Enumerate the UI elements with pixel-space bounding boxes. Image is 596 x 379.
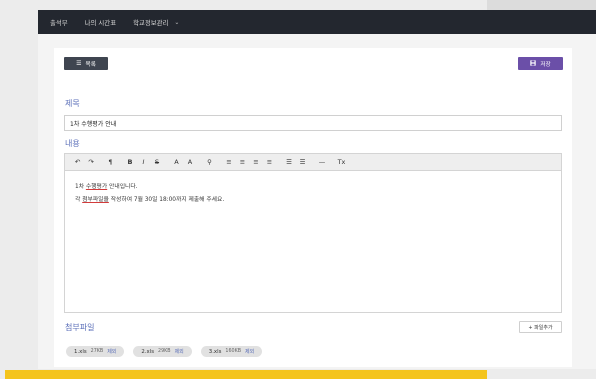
rich-text-editor[interactable]: ↶ ↷ ¶ B I S A A ⚲ ≡ ≡ ≡ ≡ ☰ ☰ — Tx 1차 수행…: [64, 153, 562, 313]
add-file-button[interactable]: + 파일추가: [519, 321, 562, 333]
editor-toolbar: ↶ ↷ ¶ B I S A A ⚲ ≡ ≡ ≡ ≡ ☰ ☰ — Tx: [65, 154, 561, 171]
italic-icon[interactable]: I: [137, 156, 150, 169]
title-input[interactable]: [64, 115, 562, 131]
line-1-suffix: 안내입니다.: [107, 184, 138, 190]
align-justify-icon[interactable]: ≡: [263, 156, 276, 169]
bulleted-list-icon[interactable]: ☰: [283, 156, 296, 169]
line-1-underlined: 수행평가: [85, 184, 108, 190]
paragraph-format-icon[interactable]: ¶: [104, 156, 117, 169]
attachments-label: 첨부파일: [65, 323, 95, 332]
link-icon[interactable]: ⚲: [203, 156, 216, 169]
clear-format-icon[interactable]: Tx: [335, 156, 348, 169]
nav-item-school-info[interactable]: 학교정보관리 ⌄: [133, 18, 179, 27]
nav-item-my-timetable[interactable]: 나의 시간표: [85, 18, 116, 27]
file-size: 29KB: [158, 349, 171, 354]
save-button-label: 저장: [540, 61, 551, 68]
editor-content[interactable]: 1차 수행평가 안내입니다. 각 첨부파일을 작성하여 7월 30일 18:00…: [65, 171, 561, 207]
file-list: 1.xls 27KB 제외 2.xls 29KB 제외 3.xls 160KB …: [66, 346, 271, 357]
file-name: 3.xls: [208, 348, 222, 355]
file-chip: 2.xls 29KB 제외: [133, 346, 192, 357]
editor-line-1: 1차 수행평가 안내입니다.: [75, 181, 561, 194]
file-chip: 1.xls 27KB 제외: [66, 346, 125, 357]
file-name: 1.xls: [74, 348, 87, 355]
numbered-list-icon[interactable]: ☰: [296, 156, 309, 169]
nav-item-school-info-label: 학교정보관리: [133, 18, 169, 27]
horizontal-rule-icon[interactable]: —: [316, 156, 329, 169]
content-label: 내용: [65, 139, 80, 148]
font-size-icon[interactable]: A: [184, 156, 197, 169]
align-right-icon[interactable]: ≡: [250, 156, 263, 169]
remove-file-link[interactable]: 제외: [175, 348, 184, 355]
file-size: 160KB: [225, 349, 242, 354]
top-right-corner-block: [487, 0, 596, 10]
align-center-icon[interactable]: ≡: [236, 156, 249, 169]
undo-icon[interactable]: ↶: [71, 156, 84, 169]
chevron-down-icon: ⌄: [174, 18, 180, 26]
list-icon: ☰: [76, 60, 82, 67]
bottom-accent-bar: [5, 370, 487, 379]
remove-file-link[interactable]: 제외: [245, 348, 254, 355]
strikethrough-icon[interactable]: S: [151, 156, 164, 169]
editor-line-2: 각 첨부파일을 작성하여 7월 30일 18:00까지 제출해 주세요.: [75, 194, 561, 207]
save-button[interactable]: 저장: [518, 57, 563, 70]
remove-file-link[interactable]: 제외: [107, 348, 116, 355]
title-label: 제목: [65, 99, 80, 108]
file-name: 2.xls: [141, 348, 155, 355]
nav-item-attendance[interactable]: 출석부: [50, 18, 68, 27]
floppy-disk-icon: [530, 59, 537, 68]
line-2-underlined: 첨부파일을: [82, 197, 109, 203]
file-size: 27KB: [90, 349, 104, 354]
list-button-label: 목록: [85, 61, 96, 68]
align-left-icon[interactable]: ≡: [223, 156, 236, 169]
font-color-icon[interactable]: A: [170, 156, 183, 169]
list-button[interactable]: ☰ 목록: [64, 57, 108, 70]
redo-icon[interactable]: ↷: [85, 156, 98, 169]
line-2-suffix: 작성하여 7월 30일 18:00까지 제출해 주세요.: [108, 197, 225, 203]
top-navigation-bar: 출석부 나의 시간표 학교정보관리 ⌄: [38, 10, 596, 34]
file-chip: 3.xls 160KB 제외: [200, 346, 263, 357]
bold-icon[interactable]: B: [124, 156, 137, 169]
line-1-prefix: 1차: [75, 184, 86, 190]
